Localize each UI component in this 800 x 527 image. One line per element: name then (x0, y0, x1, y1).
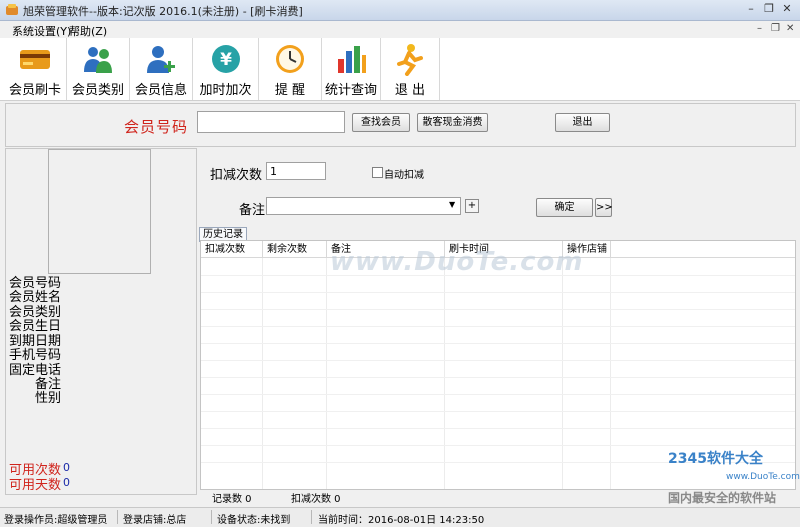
deduct-count-label: 扣减次数 (210, 168, 263, 183)
svg-text:¥: ¥ (220, 50, 232, 70)
grid-row-line (201, 445, 795, 446)
toolbar-label: 加时加次 (199, 83, 252, 98)
grid-row-line (201, 411, 795, 412)
chart-icon (338, 46, 366, 73)
minimize-button[interactable]: – (744, 2, 758, 16)
menu-help[interactable]: 帮助(Z) (69, 23, 107, 39)
users-icon (84, 47, 112, 73)
exit-runner-icon (397, 44, 423, 76)
record-count: 记录数 0 (212, 494, 252, 505)
toolbar-member-swipe-button[interactable]: 会员刷卡 (4, 38, 67, 100)
toolbar-label: 退 出 (394, 83, 426, 98)
grid-row-line (201, 394, 795, 395)
grid-row-line (201, 309, 795, 310)
available-days-value: 0 (63, 476, 70, 489)
toolbar-label: 会员类别 (71, 83, 124, 98)
auto-deduct-label: 自动扣减 (384, 170, 424, 181)
grid-row-line (201, 360, 795, 361)
remark-dropdown[interactable] (266, 197, 461, 215)
member-photo (48, 149, 151, 274)
grid-row-line (201, 428, 795, 429)
available-times-value: 0 (63, 461, 70, 474)
close-button[interactable]: ✕ (780, 2, 794, 16)
card-icon (20, 50, 50, 69)
available-days-label: 可用天数 (9, 478, 62, 493)
column-header-deduct[interactable]: 扣减次数 (201, 241, 263, 258)
exit-button[interactable]: 退出 (555, 113, 610, 132)
restore-button[interactable]: ❐ (762, 2, 776, 16)
grid-row-line (201, 343, 795, 344)
member-number-input[interactable] (197, 111, 345, 133)
app-icon (6, 4, 18, 15)
toolbar-label: 会员刷卡 (8, 83, 61, 98)
toolbar-reminder-button[interactable]: 提 醒 (259, 38, 322, 100)
user-add-icon (147, 46, 175, 73)
toolbar: 会员刷卡 会员类别 会员信息 ¥ 加时加次 提 醒 统计查询 退 出 (0, 38, 800, 101)
brand-watermark: 2345软件大全 (668, 451, 763, 467)
status-device: 设备状态:未找到 (217, 515, 291, 526)
member-info-panel: 会员号码 会员姓名 会员类别 会员生日 到期日期 手机号码 固定电话 备注 性别… (5, 148, 197, 495)
confirm-button[interactable]: 确定 (536, 198, 593, 217)
url-watermark: www.DuoTe.com (726, 472, 800, 482)
search-panel: 会员号码 查找会员 散客现金消费 退出 (5, 103, 796, 147)
status-separator (211, 510, 212, 524)
toolbar-member-info-button[interactable]: 会员信息 (130, 38, 193, 100)
toolbar-statistics-button[interactable]: 统计查询 (322, 38, 381, 100)
remark-label: 备注 (239, 203, 266, 218)
status-operator: 登录操作员:超级管理员 (4, 515, 108, 526)
duote-watermark: www.DuoTe.com (330, 247, 584, 277)
find-member-button[interactable]: 查找会员 (352, 113, 410, 132)
grid-row-line (201, 292, 795, 293)
column-header-filler (611, 241, 795, 258)
status-separator (117, 510, 118, 524)
add-remark-button[interactable]: + (465, 199, 479, 213)
deduct-count-input[interactable]: 1 (266, 162, 326, 180)
mdi-close-button[interactable]: ✕ (786, 23, 794, 34)
mdi-minimize-button[interactable]: – (757, 23, 762, 34)
mdi-restore-button[interactable]: ❐ (771, 23, 780, 34)
more-button[interactable]: >> (595, 198, 613, 217)
chevron-down-icon[interactable]: ▼ (449, 200, 455, 209)
toolbar-add-time-button[interactable]: ¥ 加时加次 (193, 38, 259, 100)
toolbar-label: 会员信息 (134, 83, 187, 98)
window-title: 旭荣管理软件--版本:记次版 2016.1(未注册) - [刷卡消费] (23, 5, 303, 18)
status-store: 登录店铺:总店 (123, 515, 187, 526)
clock-icon (276, 45, 304, 73)
cash-consume-button[interactable]: 散客现金消费 (417, 113, 488, 132)
menu-bar: 系统设置(Y) 帮助(Z) – ❐ ✕ (0, 21, 800, 39)
member-number-label: 会员号码 (124, 118, 189, 136)
column-header-remaining[interactable]: 剩余次数 (263, 241, 327, 258)
yen-icon: ¥ (211, 45, 240, 73)
status-bar: 登录操作员:超级管理员 登录店铺:总店 设备状态:未找到 当前时间：2016-0… (0, 507, 800, 527)
menu-system-settings[interactable]: 系统设置(Y) (12, 23, 71, 39)
toolbar-member-category-button[interactable]: 会员类别 (67, 38, 130, 100)
grid-row-line (201, 326, 795, 327)
toolbar-label: 提 醒 (274, 83, 306, 98)
gender-field-label: 性别 (35, 391, 62, 406)
status-separator (311, 510, 312, 524)
status-time: 当前时间：2016-08-01日 14:23:50 (318, 515, 485, 526)
slogan-watermark: 国内最安全的软件站 (668, 491, 777, 505)
grid-row-line (201, 377, 795, 378)
title-bar: 旭荣管理软件--版本:记次版 2016.1(未注册) - [刷卡消费] – ❐ … (0, 0, 800, 21)
toolbar-exit-button[interactable]: 退 出 (381, 38, 440, 100)
deduct-count-total: 扣减次数 0 (291, 494, 341, 505)
toolbar-label: 统计查询 (324, 83, 377, 98)
auto-deduct-checkbox[interactable] (372, 167, 383, 178)
